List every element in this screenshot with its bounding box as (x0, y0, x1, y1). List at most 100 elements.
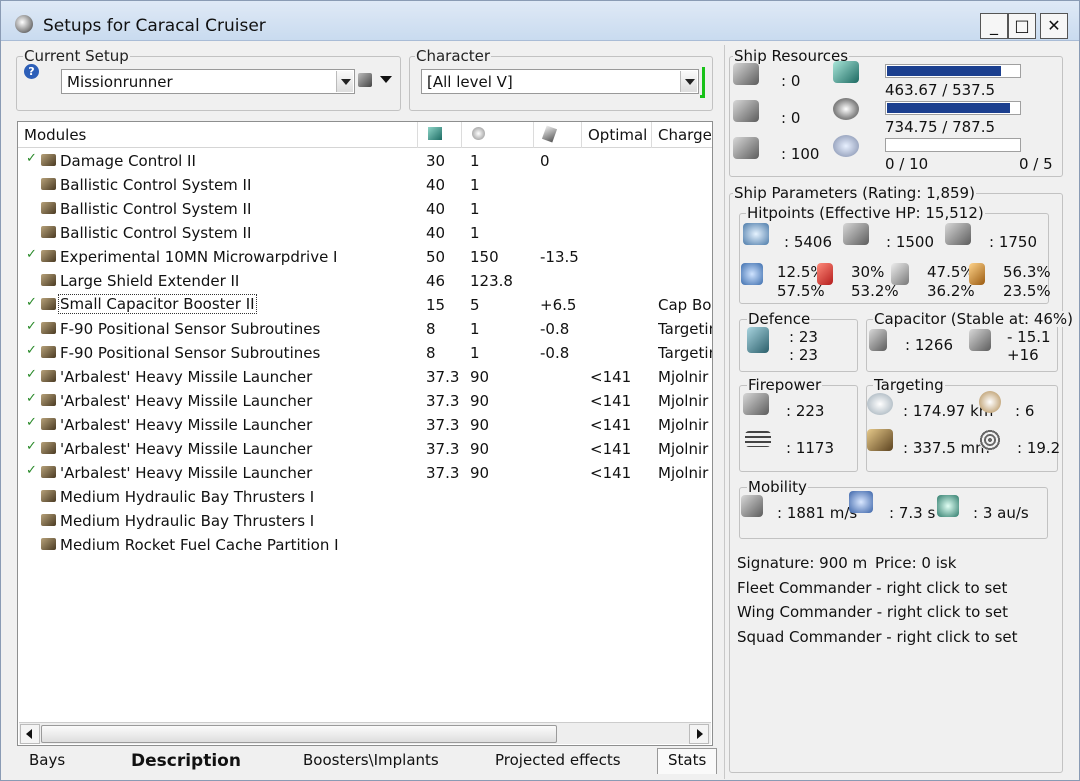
module-cell: <141 (590, 416, 632, 434)
table-row[interactable]: ✓ 'Arbalest' Heavy Missile Launcher 37.3 90… (18, 365, 712, 389)
module-cell: <141 (590, 464, 632, 482)
table-row[interactable]: ✓ 'Arbalest' Heavy Missile Launcher 37.3 90… (18, 461, 712, 485)
header-charges[interactable]: Charges (652, 122, 712, 148)
header-cpu[interactable] (418, 122, 462, 148)
thermal-resist-icon (817, 263, 833, 285)
table-row[interactable]: ✓ 'Arbalest' Heavy Missile Launcher 37.3 90… (18, 437, 712, 461)
module-cell: 90 (470, 440, 490, 458)
module-name: Small Capacitor Booster II (58, 294, 257, 314)
cpu-icon (833, 61, 859, 83)
module-cell: 150 (470, 248, 499, 266)
app-icon (15, 15, 33, 33)
tab-bays[interactable]: Bays (29, 749, 65, 773)
module-cell: 90 (470, 392, 490, 410)
current-setup-legend: Current Setup (23, 47, 130, 65)
setup-select[interactable]: Missionrunner (61, 69, 355, 94)
resist-value: 56.3% (1003, 263, 1051, 281)
launcher-slots-value: : 0 (781, 109, 801, 127)
chevron-left-icon (26, 729, 32, 739)
cpu-icon (428, 127, 442, 140)
dps-value: : 223 (786, 402, 825, 420)
check-icon: ✓ (26, 295, 37, 310)
module-name: Medium Rocket Fuel Cache Partition I (60, 536, 339, 554)
character-select[interactable]: [All level V] (421, 69, 699, 94)
module-cell: 90 (470, 368, 490, 386)
header-modules[interactable]: Modules (18, 122, 418, 148)
scan-resolution-value: : 337.5 mm (903, 439, 990, 457)
module-name: Ballistic Control System II (60, 200, 252, 218)
module-cell: -0.8 (540, 320, 570, 338)
firepower-legend: Firepower (747, 376, 823, 394)
module-cell: 1 (470, 224, 480, 242)
table-row[interactable]: Medium Hydraulic Bay Thrusters I (18, 509, 712, 533)
modules-list[interactable]: Modules Optimal Charges ✓ Damage Control … (17, 121, 713, 746)
chevron-down-icon[interactable] (380, 76, 392, 83)
module-cell: 5 (470, 296, 480, 314)
table-row[interactable]: Ballistic Control System II 40 1 (18, 197, 712, 221)
tab-boosters-implants[interactable]: Boosters\Implants (303, 749, 439, 773)
tab-description[interactable]: Description (131, 749, 241, 773)
tab-projected-effects[interactable]: Projected effects (495, 749, 621, 773)
close-button[interactable]: ✕ (1040, 13, 1068, 39)
fleet-commander-item[interactable]: Fleet Commander - right click to set (737, 579, 1007, 597)
tab-stats[interactable]: Stats (657, 748, 718, 774)
setup-value: Missionrunner (67, 73, 173, 91)
table-row[interactable]: Medium Hydraulic Bay Thrusters I (18, 485, 712, 509)
structure-hp-value: : 1750 (989, 233, 1037, 251)
scroll-right-button[interactable] (689, 724, 709, 744)
module-icon (41, 490, 56, 502)
cap-recharge-icon (969, 329, 991, 351)
table-row[interactable]: Ballistic Control System II 40 1 (18, 221, 712, 245)
header-capacitor[interactable] (534, 122, 582, 148)
table-row[interactable]: ✓ F-90 Positional Sensor Subroutines 8 1 -0.… (18, 341, 712, 365)
squad-commander-item[interactable]: Squad Commander - right click to set (737, 628, 1018, 646)
module-name: 'Arbalest' Heavy Missile Launcher (60, 464, 313, 482)
setups-window: Setups for Caracal Cruiser _ □ ✕ Current… (0, 0, 1080, 781)
header-optimal[interactable]: Optimal (582, 122, 652, 148)
module-name: F-90 Positional Sensor Subroutines (60, 320, 321, 338)
scroll-thumb[interactable] (41, 725, 557, 743)
module-icon (41, 394, 56, 406)
ship-icon[interactable] (358, 73, 372, 87)
module-icon (41, 298, 56, 310)
target-range-icon (867, 393, 893, 415)
sensor-strength-icon (979, 429, 1001, 451)
table-row[interactable]: ✓ 'Arbalest' Heavy Missile Launcher 37.3 90… (18, 413, 712, 437)
header-powergrid[interactable] (462, 122, 534, 148)
max-targets-icon (979, 391, 1001, 413)
price-text: Price: 0 isk (875, 554, 957, 572)
targeting-group (866, 385, 1058, 472)
scroll-left-button[interactable] (20, 724, 40, 744)
defence-legend: Defence (747, 310, 812, 328)
mobility-legend: Mobility (747, 478, 808, 496)
max-targets-value: : 6 (1015, 402, 1035, 420)
help-icon[interactable]: ? (24, 64, 39, 79)
character-value: [All level V] (427, 73, 513, 91)
velocity-value: : 1881 m/s (777, 504, 858, 522)
table-row[interactable]: Large Shield Extender II 46 123.8 (18, 269, 712, 293)
module-icon (41, 346, 56, 358)
cpu-value: 463.67 / 537.5 (885, 81, 996, 99)
table-row[interactable]: ✓ Small Capacitor Booster II 15 5 +6.5 Cap Bo… (18, 293, 712, 317)
hitpoints-legend: Hitpoints (Effective HP: 15,512) (746, 204, 985, 222)
table-row[interactable]: ✓ 'Arbalest' Heavy Missile Launcher 37.3 90… (18, 389, 712, 413)
horizontal-scrollbar[interactable] (19, 722, 711, 744)
wing-commander-item[interactable]: Wing Commander - right click to set (737, 603, 1008, 621)
drone-bar (885, 138, 1021, 152)
title-bar[interactable]: Setups for Caracal Cruiser _ □ ✕ (1, 1, 1079, 41)
table-row[interactable]: Ballistic Control System II 40 1 (18, 173, 712, 197)
table-row[interactable]: ✓ F-90 Positional Sensor Subroutines 8 1 -0.… (18, 317, 712, 341)
chevron-down-icon[interactable] (680, 71, 697, 92)
table-row[interactable]: Medium Rocket Fuel Cache Partition I (18, 533, 712, 557)
warp-speed-icon (937, 495, 959, 517)
shield-icon (743, 223, 769, 245)
splitter[interactable] (724, 45, 725, 779)
table-row[interactable]: ✓ Experimental 10MN Microwarpdrive I 50 150… (18, 245, 712, 269)
signature-text: Signature: 900 m (737, 554, 868, 572)
chevron-down-icon[interactable] (336, 71, 353, 92)
module-name: Damage Control II (60, 152, 196, 170)
table-row[interactable]: ✓ Damage Control II 30 1 0 (18, 149, 712, 173)
minimize-button[interactable]: _ (980, 13, 1008, 39)
align-time-icon (849, 491, 873, 513)
maximize-button[interactable]: □ (1008, 13, 1036, 39)
